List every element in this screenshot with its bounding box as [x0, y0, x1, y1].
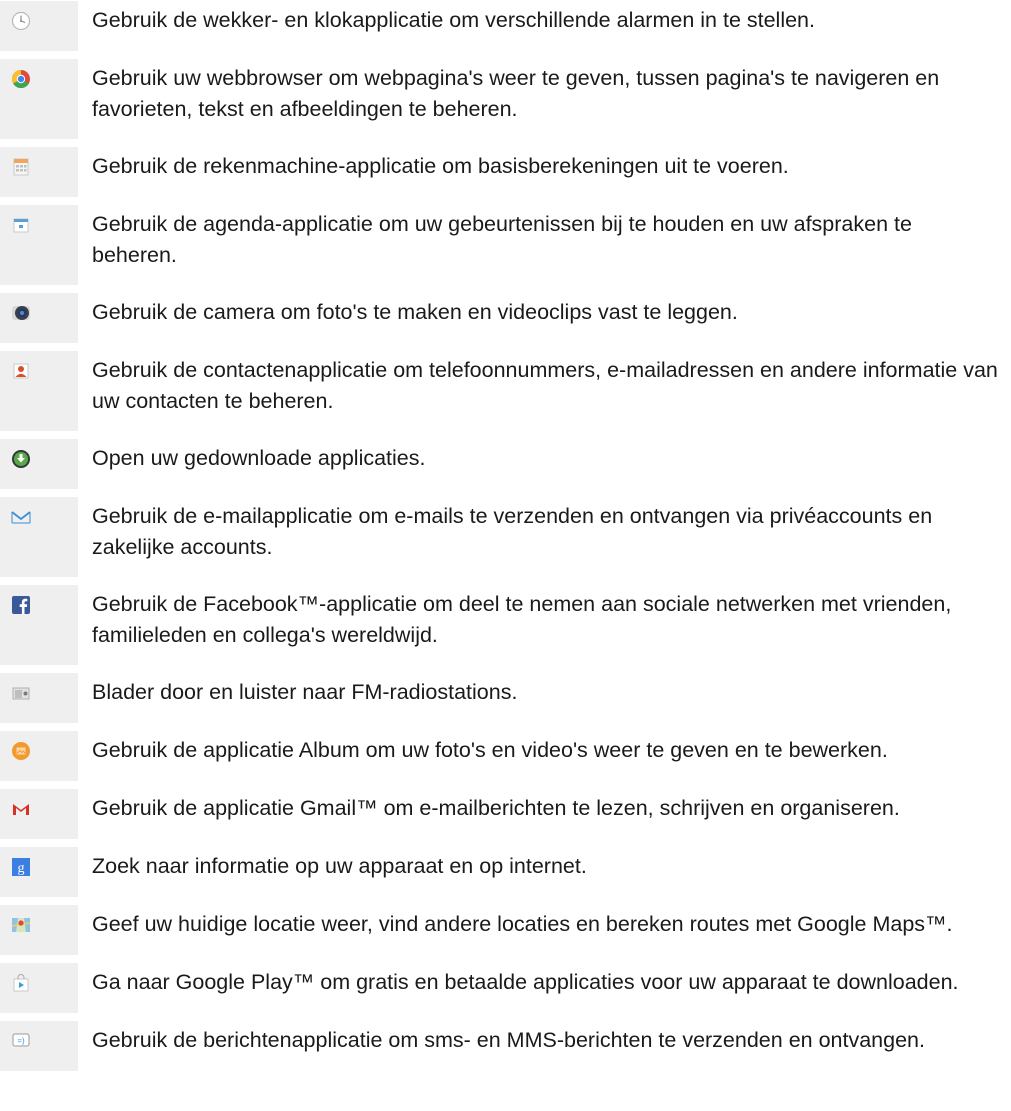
icon-cell: [0, 205, 78, 285]
list-item: Gebruik uw webbrowser om webpagina's wee…: [0, 59, 1011, 139]
list-item: Gebruik de wekker- en klokapplicatie om …: [0, 1, 1011, 51]
icon-cell: [0, 351, 78, 431]
gmail-icon: [11, 799, 31, 819]
app-description: Gebruik de rekenmachine-applicatie om ba…: [92, 154, 789, 178]
camera-icon: [11, 303, 31, 323]
icon-cell: [0, 673, 78, 723]
icon-cell: [0, 905, 78, 955]
app-description: Gebruik de contactenapplicatie om telefo…: [92, 358, 998, 413]
chrome-browser-icon: [11, 69, 31, 89]
app-description: Gebruik de Facebook™-applicatie om deel …: [92, 592, 952, 647]
list-item: Gebruik de agenda-applicatie om uw gebeu…: [0, 205, 1011, 285]
icon-cell: g: [0, 847, 78, 897]
google-maps-icon: [11, 915, 31, 935]
icon-cell: [0, 1, 78, 51]
icon-cell: [0, 497, 78, 577]
messaging-icon: =): [11, 1031, 31, 1051]
icon-cell: [0, 585, 78, 665]
list-item: Gebruik de applicatie Album om uw foto's…: [0, 731, 1011, 781]
list-item: Gebruik de camera om foto's te maken en …: [0, 293, 1011, 343]
app-description: Gebruik de wekker- en klokapplicatie om …: [92, 8, 815, 32]
icon-cell: [0, 293, 78, 343]
list-item: Gebruik de e-mailapplicatie om e-mails t…: [0, 497, 1011, 577]
svg-text:g: g: [18, 861, 25, 876]
list-item: Blader door en luister naar FM-radiostat…: [0, 673, 1011, 723]
icon-cell: [0, 439, 78, 489]
app-description: Gebruik de berichtenapplicatie om sms- e…: [92, 1028, 925, 1052]
list-item: Gebruik de contactenapplicatie om telefo…: [0, 351, 1011, 431]
list-item: Gebruik de rekenmachine-applicatie om ba…: [0, 147, 1011, 197]
icon-cell: [0, 789, 78, 839]
list-item: Gebruik de Facebook™-applicatie om deel …: [0, 585, 1011, 665]
list-item: Open uw gedownloade applicaties.: [0, 439, 1011, 489]
google-play-icon: [11, 973, 31, 993]
app-description: Ga naar Google Play™ om gratis en betaal…: [92, 970, 959, 994]
list-item: g Zoek naar informatie op uw apparaat en…: [0, 847, 1011, 897]
contacts-icon: [11, 361, 31, 381]
icon-cell: [0, 963, 78, 1013]
google-search-icon: g: [11, 857, 31, 877]
app-list: Gebruik de wekker- en klokapplicatie om …: [0, 0, 1011, 1111]
album-icon: [11, 741, 31, 761]
list-item: =) Gebruik de berichtenapplicatie om sms…: [0, 1021, 1011, 1071]
app-description: Gebruik de applicatie Album om uw foto's…: [92, 738, 888, 762]
fm-radio-icon: [11, 683, 31, 703]
list-item: Ga naar Google Play™ om gratis en betaal…: [0, 963, 1011, 1013]
icon-cell: [0, 59, 78, 139]
icon-cell: [0, 731, 78, 781]
icon-cell: [0, 147, 78, 197]
calendar-icon: [11, 215, 31, 235]
app-description: Gebruik uw webbrowser om webpagina's wee…: [92, 66, 940, 121]
app-description: Open uw gedownloade applicaties.: [92, 446, 426, 470]
app-description: Gebruik de agenda-applicatie om uw gebeu…: [92, 212, 912, 267]
list-item: Gebruik de applicatie Gmail™ om e-mailbe…: [0, 789, 1011, 839]
alarm-clock-icon: [11, 11, 31, 31]
icon-cell: =): [0, 1021, 78, 1071]
facebook-icon: [11, 595, 31, 615]
app-description: Gebruik de e-mailapplicatie om e-mails t…: [92, 504, 933, 559]
app-description: Geef uw huidige locatie weer, vind ander…: [92, 912, 953, 936]
svg-text:=): =): [17, 1037, 25, 1046]
calculator-icon: [11, 157, 31, 177]
downloads-icon: [11, 449, 31, 469]
app-description: Gebruik de applicatie Gmail™ om e-mailbe…: [92, 796, 900, 820]
email-icon: [11, 507, 31, 527]
app-description: Zoek naar informatie op uw apparaat en o…: [92, 854, 587, 878]
app-description: Gebruik de camera om foto's te maken en …: [92, 300, 738, 324]
app-description: Blader door en luister naar FM-radiostat…: [92, 680, 518, 704]
list-item: Geef uw huidige locatie weer, vind ander…: [0, 905, 1011, 955]
